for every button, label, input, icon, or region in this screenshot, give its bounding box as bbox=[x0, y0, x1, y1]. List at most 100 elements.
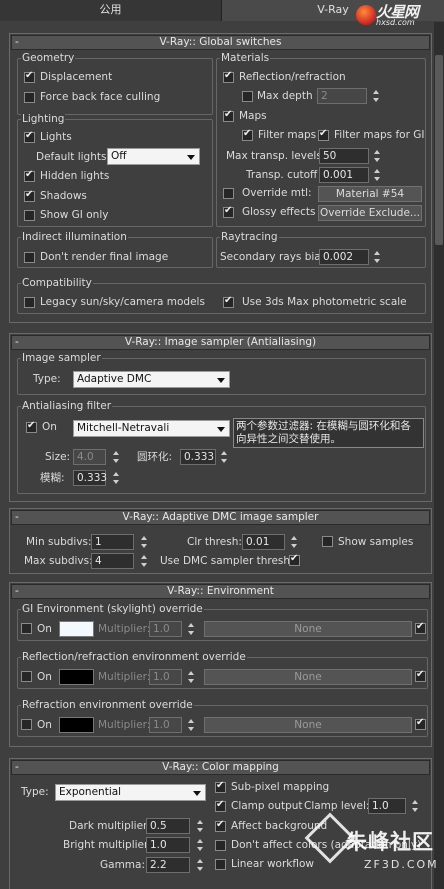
transp-cutoff-input[interactable]: 0.001 bbox=[319, 167, 369, 183]
refl-env-on-checkbox[interactable] bbox=[21, 671, 32, 682]
scrollbar[interactable] bbox=[434, 22, 444, 889]
clr-thresh-spinner[interactable] bbox=[289, 534, 299, 550]
linear-workflow-checkbox[interactable] bbox=[215, 859, 226, 870]
environment-header[interactable]: - V-Ray:: Environment bbox=[11, 584, 430, 599]
dark-multiplier-spinner[interactable] bbox=[195, 818, 205, 834]
adaptive-dmc-header[interactable]: - V-Ray:: Adaptive DMC image sampler bbox=[11, 510, 430, 525]
aa-filter-on-checkbox[interactable] bbox=[26, 420, 37, 433]
bright-multiplier-spinner[interactable] bbox=[195, 837, 205, 853]
displacement-label: Displacement bbox=[40, 71, 113, 83]
refl-env-color-swatch[interactable] bbox=[59, 669, 94, 685]
clr-thresh-input[interactable]: 0.01 bbox=[242, 534, 285, 550]
max-transp-label: Max transp. levels bbox=[226, 150, 322, 162]
size-spinner[interactable] bbox=[111, 449, 121, 465]
gi-environment-group: GI Environment (skylight) override On Mu… bbox=[17, 602, 428, 641]
refr-env-map-button[interactable]: None bbox=[204, 717, 412, 733]
global-switches-header[interactable]: - V-Ray:: Global switches bbox=[11, 35, 430, 50]
blur-input[interactable]: 0.333 bbox=[73, 470, 107, 486]
filter-maps-gi-checkbox[interactable] bbox=[318, 128, 329, 141]
displacement-checkbox[interactable] bbox=[24, 70, 35, 83]
max-subdivs-spinner[interactable] bbox=[139, 553, 149, 569]
global-switches-rollout: - V-Ray:: Global switches Geometry Displa… bbox=[9, 33, 432, 323]
gi-env-map-button[interactable]: None bbox=[204, 621, 412, 637]
legacy-sun-label: Legacy sun/sky/camera models bbox=[40, 296, 205, 308]
environment-rollout: - V-Ray:: Environment GI Environment (sky… bbox=[9, 582, 432, 747]
min-subdivs-input[interactable]: 1 bbox=[91, 534, 134, 550]
maps-checkbox[interactable] bbox=[223, 109, 234, 122]
shadows-checkbox[interactable] bbox=[24, 189, 35, 202]
hidden-lights-checkbox[interactable] bbox=[24, 169, 35, 182]
gi-env-multiplier-input[interactable]: 1.0 bbox=[149, 621, 182, 637]
image-sampler-header[interactable]: - V-Ray:: Image sampler (Antialiasing) bbox=[11, 335, 430, 350]
override-mtl-checkbox[interactable] bbox=[223, 188, 234, 199]
override-exclude-button[interactable]: Override Exclude... bbox=[318, 205, 422, 221]
secondary-bias-input[interactable]: 0.002 bbox=[319, 249, 369, 265]
max-depth-checkbox[interactable] bbox=[242, 91, 253, 102]
default-lights-select[interactable]: Off bbox=[107, 148, 200, 165]
cmap-type-select[interactable]: Exponential bbox=[55, 784, 206, 801]
max-transp-input[interactable]: 50 bbox=[319, 148, 369, 164]
refl-env-map-button[interactable]: None bbox=[204, 669, 412, 685]
refl-env-map-checkbox[interactable] bbox=[415, 669, 426, 682]
override-mtl-button[interactable]: Material #54 bbox=[318, 186, 422, 202]
transp-cutoff-spinner[interactable] bbox=[372, 167, 382, 183]
refl-env-multiplier-spinner[interactable] bbox=[186, 669, 196, 685]
gamma-spinner[interactable] bbox=[195, 857, 205, 873]
bright-multiplier-input[interactable]: 1.0 bbox=[146, 837, 190, 853]
photometric-scale-checkbox[interactable] bbox=[223, 295, 234, 308]
aa-filter-value: Mitchell-Netravali bbox=[77, 422, 170, 434]
gi-env-on-checkbox[interactable] bbox=[21, 623, 32, 634]
dont-affect-colors-checkbox[interactable] bbox=[215, 840, 226, 851]
aa-filter-select[interactable]: Mitchell-Netravali bbox=[73, 420, 230, 437]
photometric-scale-label: Use 3ds Max photometric scale bbox=[242, 296, 407, 308]
show-samples-checkbox[interactable] bbox=[322, 536, 333, 547]
color-mapping-header[interactable]: - V-Ray:: Color mapping bbox=[11, 760, 430, 775]
clamp-output-checkbox[interactable] bbox=[215, 799, 226, 812]
max-transp-spinner[interactable] bbox=[372, 148, 382, 164]
ringing-input[interactable]: 0.333 bbox=[180, 449, 216, 465]
sampler-type-select[interactable]: Adaptive DMC bbox=[73, 371, 230, 388]
refl-env-on-label: On bbox=[37, 671, 52, 683]
gi-env-map-checkbox[interactable] bbox=[415, 621, 426, 634]
scrollbar-thumb[interactable] bbox=[435, 55, 443, 245]
reflection-refraction-checkbox[interactable] bbox=[223, 70, 234, 83]
tab-common[interactable]: 公用 bbox=[0, 0, 222, 21]
gamma-input[interactable]: 2.2 bbox=[146, 857, 190, 873]
antialiasing-filter-group: Antialiasing filter On Mitchell-Netraval… bbox=[17, 399, 426, 494]
gi-env-on-label: On bbox=[37, 623, 52, 635]
blur-spinner[interactable] bbox=[111, 470, 121, 486]
max-subdivs-input[interactable]: 4 bbox=[91, 553, 134, 569]
dont-render-checkbox[interactable] bbox=[24, 252, 35, 263]
affect-background-checkbox[interactable] bbox=[215, 819, 226, 832]
refr-env-color-swatch[interactable] bbox=[59, 717, 94, 733]
raytracing-label: Raytracing bbox=[220, 230, 279, 244]
subpixel-label: Sub-pixel mapping bbox=[231, 781, 330, 793]
clamp-level-spinner[interactable] bbox=[410, 798, 420, 814]
lights-checkbox[interactable] bbox=[24, 130, 35, 143]
size-input[interactable]: 4.0 bbox=[73, 449, 106, 465]
refr-env-map-checkbox[interactable] bbox=[415, 717, 426, 730]
force-back-face-checkbox[interactable] bbox=[24, 92, 35, 103]
refl-env-multiplier-input[interactable]: 1.0 bbox=[149, 669, 182, 685]
glossy-effects-checkbox[interactable] bbox=[223, 205, 234, 218]
min-subdivs-spinner[interactable] bbox=[139, 534, 149, 550]
ringing-spinner[interactable] bbox=[219, 449, 229, 465]
gi-env-color-swatch[interactable] bbox=[59, 621, 94, 637]
refr-env-multiplier-spinner[interactable] bbox=[186, 717, 196, 733]
max-depth-spinner[interactable] bbox=[371, 88, 381, 104]
refr-env-multiplier-input[interactable]: 1.0 bbox=[149, 717, 182, 733]
sampler-type-value: Adaptive DMC bbox=[77, 373, 152, 385]
refr-env-on-checkbox[interactable] bbox=[21, 719, 32, 730]
legacy-sun-checkbox[interactable] bbox=[24, 297, 35, 308]
dark-multiplier-input[interactable]: 0.5 bbox=[146, 818, 190, 834]
max-depth-input[interactable]: 2 bbox=[317, 88, 367, 104]
show-gi-only-checkbox[interactable] bbox=[24, 210, 35, 221]
secondary-bias-spinner[interactable] bbox=[372, 249, 382, 265]
clamp-level-input[interactable]: 1.0 bbox=[368, 798, 406, 814]
filter-maps-gi-label: Filter maps for GI bbox=[334, 129, 425, 141]
chevron-down-icon bbox=[217, 427, 225, 432]
subpixel-checkbox[interactable] bbox=[215, 780, 226, 793]
filter-maps-checkbox[interactable] bbox=[242, 128, 253, 141]
use-dmc-checkbox[interactable] bbox=[289, 553, 300, 566]
gi-env-multiplier-spinner[interactable] bbox=[186, 621, 196, 637]
